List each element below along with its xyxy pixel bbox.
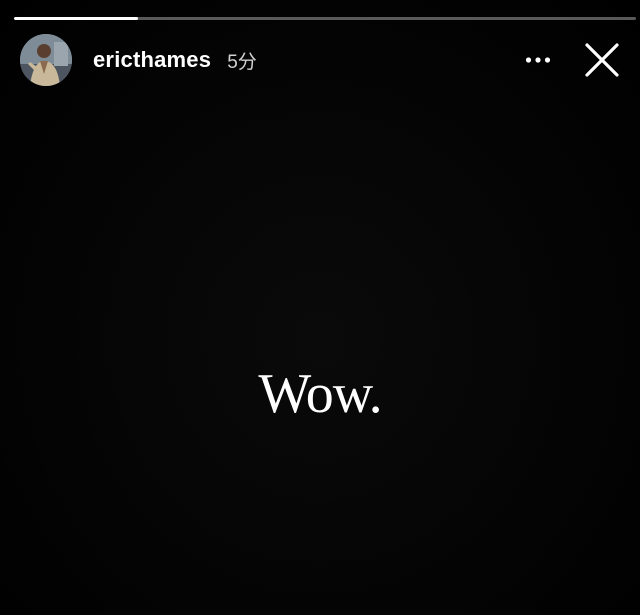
username[interactable]: ericthames [93,47,211,73]
story-viewer[interactable]: ericthames 5分 Wow. [0,0,640,615]
avatar[interactable] [20,34,72,86]
story-header: ericthames 5分 [20,33,622,87]
close-button[interactable] [582,40,622,80]
story-progress-bar [14,17,636,20]
story-caption: Wow. [258,363,382,425]
story-progress-fill [14,17,139,20]
close-icon [585,43,619,77]
more-horizontal-icon [525,57,551,63]
more-options-button[interactable] [520,42,556,78]
post-time: 5分 [227,51,257,73]
profile-photo-icon [20,34,72,86]
